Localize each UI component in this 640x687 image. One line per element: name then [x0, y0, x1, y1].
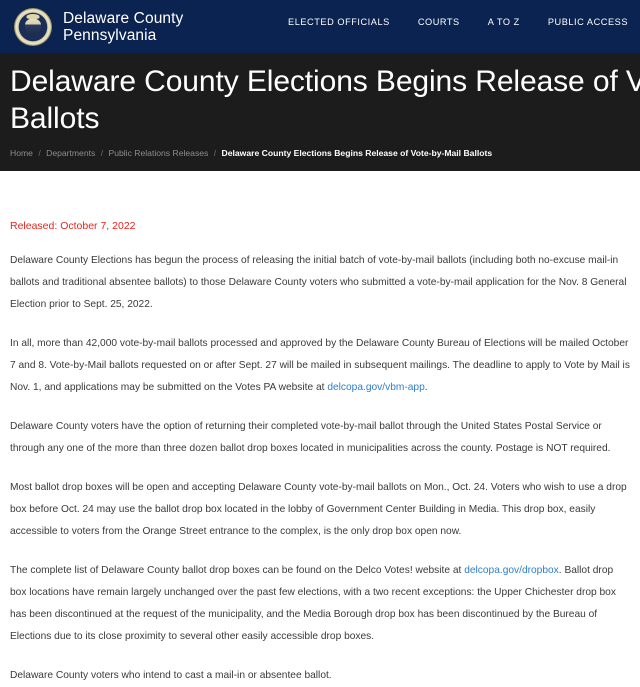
brand-name: Delaware County Pennsylvania: [63, 10, 183, 44]
county-seal-icon: [14, 7, 52, 46]
article-paragraph-5: The complete list of Delaware County bal…: [10, 560, 630, 648]
page-hero: Delaware County Elections Begins Release…: [0, 53, 640, 171]
breadcrumb-current-page: Delaware County Elections Begins Release…: [221, 148, 493, 158]
primary-navigation: ELECTED OFFICIALS COURTS A TO Z PUBLIC A…: [288, 17, 628, 27]
site-header: Delaware County Pennsylvania ELECTED OFF…: [0, 0, 640, 53]
paragraph-2-text-before-link: In all, more than 42,000 vote-by-mail ba…: [10, 338, 630, 393]
breadcrumb-separator: /: [38, 148, 41, 158]
nav-item-a-to-z[interactable]: A TO Z: [488, 17, 520, 27]
brand-line-2: Pennsylvania: [63, 26, 157, 44]
page-title-line-2: Ballots: [10, 102, 100, 135]
brand-line-1: Delaware County: [63, 9, 184, 27]
breadcrumb-public-relations-releases[interactable]: Public Relations Releases: [108, 148, 208, 158]
vbm-app-link[interactable]: delcopa.gov/vbm-app: [327, 382, 424, 393]
site-brand[interactable]: Delaware County Pennsylvania: [14, 7, 183, 46]
breadcrumb-home[interactable]: Home: [10, 148, 33, 158]
paragraph-5-text-after-link: . Ballot drop box locations have remain …: [10, 565, 616, 642]
nav-item-courts[interactable]: COURTS: [418, 17, 460, 27]
dropbox-link[interactable]: delcopa.gov/dropbox: [464, 565, 559, 576]
breadcrumb-departments[interactable]: Departments: [46, 148, 95, 158]
release-date: Released: October 7, 2022: [10, 220, 136, 232]
article-paragraph-3: Delaware County voters have the option o…: [10, 421, 611, 454]
page-title-line-1: Delaware County Elections Begins Release…: [10, 65, 640, 98]
nav-item-elected-officials[interactable]: ELECTED OFFICIALS: [288, 17, 390, 27]
paragraph-2-text-after-link: .: [424, 382, 428, 393]
article-paragraph-2: In all, more than 42,000 vote-by-mail ba…: [10, 333, 630, 399]
article-content: Released: October 7, 2022 Delaware Count…: [0, 219, 640, 687]
article-paragraph-6: Delaware County voters who intend to cas…: [10, 670, 332, 681]
breadcrumb-separator: /: [100, 148, 104, 158]
nav-item-public-access[interactable]: PUBLIC ACCESS: [548, 17, 628, 27]
article-paragraph-1: Delaware County Elections has begun the …: [10, 255, 627, 310]
article-paragraph-4: Most ballot drop boxes will be open and …: [10, 482, 627, 537]
paragraph-5-text-before-link: The complete list of Delaware County bal…: [10, 565, 465, 576]
breadcrumb: Home / Departments / Public Relations Re…: [0, 147, 640, 159]
breadcrumb-separator: /: [213, 148, 217, 158]
page-title: Delaware County Elections Begins Release…: [0, 63, 640, 137]
